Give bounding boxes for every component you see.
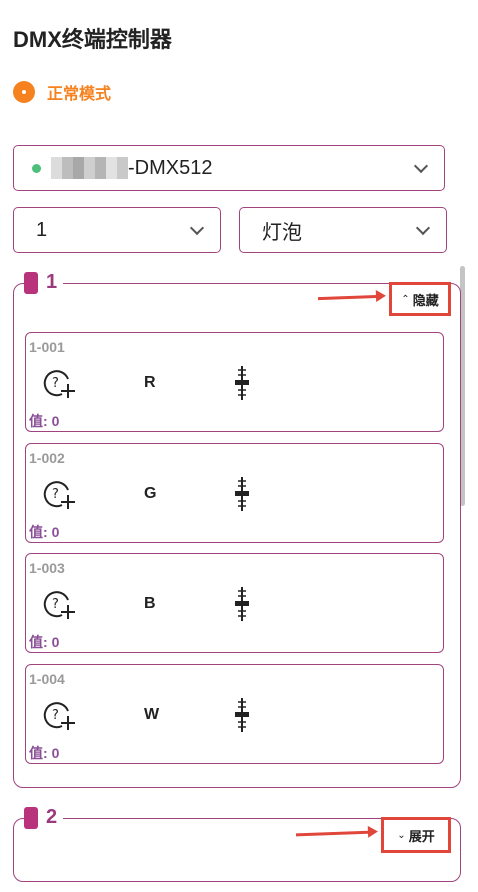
mode-label: 正常模式 bbox=[47, 86, 112, 103]
channel-label: B bbox=[144, 595, 156, 612]
expand-button-label: 展开 bbox=[408, 828, 435, 844]
add-function-icon[interactable]: ? bbox=[42, 367, 76, 399]
svg-text:?: ? bbox=[52, 597, 59, 612]
channel-label: R bbox=[144, 374, 156, 391]
add-function-icon[interactable]: ? bbox=[42, 588, 76, 620]
channel-value: 值: 0 bbox=[29, 745, 60, 761]
group-header: 1 bbox=[24, 271, 64, 294]
chevron-up-icon: ⌃ bbox=[401, 293, 410, 305]
device-name-redacted bbox=[51, 157, 128, 179]
hide-button-label: 隐藏 bbox=[412, 292, 439, 308]
device-select[interactable]: -DMX512 bbox=[13, 145, 445, 191]
channel-value: 值: 0 bbox=[29, 634, 60, 650]
fixture-type-select[interactable]: 灯泡 bbox=[239, 207, 447, 253]
expand-group-button[interactable]: ⌄ 展开 bbox=[381, 817, 451, 853]
group-number: 2 bbox=[46, 806, 58, 828]
universe-select[interactable]: 1 bbox=[13, 207, 221, 253]
channel-card: 1-001 ? R 值: 0 bbox=[25, 332, 444, 432]
fixture-type-value: 灯泡 bbox=[262, 221, 302, 244]
add-function-icon[interactable]: ? bbox=[42, 699, 76, 731]
channel-value: 值: 0 bbox=[29, 413, 60, 429]
channel-id: 1-001 bbox=[29, 339, 65, 355]
group-number: 1 bbox=[46, 271, 58, 293]
channel-card: 1-003 ? B 值: 0 bbox=[25, 553, 444, 653]
mode-indicator[interactable]: 正常模式 bbox=[13, 80, 111, 104]
group-header: 2 bbox=[24, 806, 64, 829]
chevron-down-icon bbox=[189, 220, 205, 236]
hide-group-button[interactable]: ⌃ 隐藏 bbox=[389, 282, 451, 316]
group-marker bbox=[24, 806, 38, 829]
channel-id: 1-003 bbox=[29, 560, 65, 576]
channel-card: 1-004 ? W 值: 0 bbox=[25, 664, 444, 764]
chevron-down-icon bbox=[413, 158, 429, 174]
mode-radio-icon[interactable] bbox=[13, 81, 35, 103]
fader-icon[interactable] bbox=[234, 698, 250, 732]
channel-label: W bbox=[144, 706, 160, 723]
channel-id: 1-002 bbox=[29, 450, 65, 466]
chevron-down-icon bbox=[415, 220, 431, 236]
universe-value: 1 bbox=[36, 218, 48, 241]
fader-icon[interactable] bbox=[234, 477, 250, 511]
svg-text:?: ? bbox=[52, 376, 59, 391]
online-status-dot bbox=[32, 163, 41, 173]
group-marker bbox=[24, 271, 38, 294]
channel-card: 1-002 ? G 值: 0 bbox=[25, 443, 444, 543]
chevron-down-icon: ⌄ bbox=[397, 829, 406, 841]
channel-value: 值: 0 bbox=[29, 524, 60, 540]
page-title: DMX终端控制器 bbox=[13, 27, 172, 52]
device-name: -DMX512 bbox=[128, 156, 213, 179]
svg-text:?: ? bbox=[52, 487, 59, 502]
channel-id: 1-004 bbox=[29, 671, 65, 687]
fader-icon[interactable] bbox=[234, 366, 250, 400]
svg-text:?: ? bbox=[52, 708, 59, 723]
fader-icon[interactable] bbox=[234, 587, 250, 621]
add-function-icon[interactable]: ? bbox=[42, 478, 76, 510]
channel-label: G bbox=[144, 485, 157, 502]
